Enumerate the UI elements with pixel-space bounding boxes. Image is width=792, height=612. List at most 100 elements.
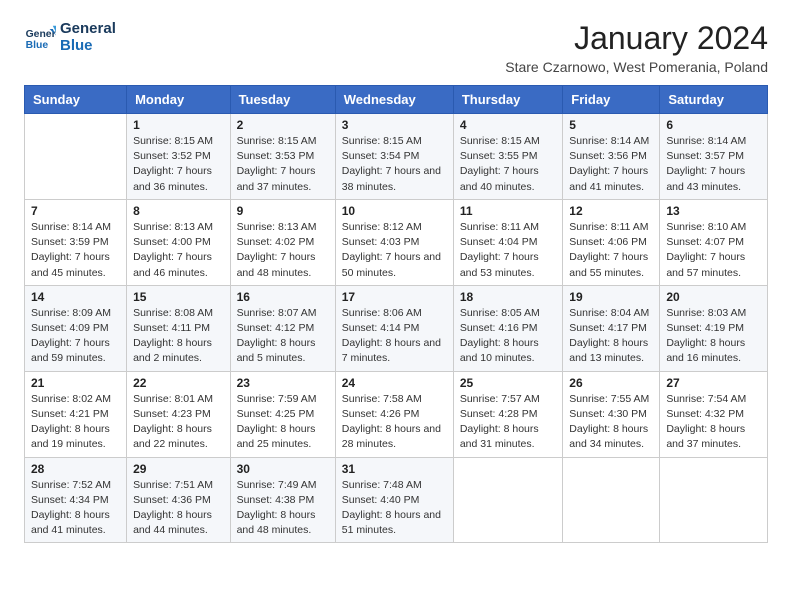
day-number: 25 [460,376,556,390]
day-cell: 16 Sunrise: 8:07 AMSunset: 4:12 PMDayligh… [230,285,335,371]
logo-line2: Blue [60,37,116,54]
day-cell: 27 Sunrise: 7:54 AMSunset: 4:32 PMDayligh… [660,371,768,457]
col-header-thursday: Thursday [453,86,562,114]
day-cell: 30 Sunrise: 7:49 AMSunset: 4:38 PMDayligh… [230,457,335,543]
day-number: 6 [666,118,761,132]
day-cell: 31Sunrise: 7:48 AMSunset: 4:40 PMDayligh… [335,457,453,543]
day-detail: Sunrise: 8:15 AMSunset: 3:52 PMDaylight:… [133,134,223,195]
day-detail: Sunrise: 8:11 AMSunset: 4:04 PMDaylight:… [460,220,556,281]
day-detail: Sunrise: 7:59 AMSunset: 4:25 PMDaylight:… [237,392,329,453]
col-header-monday: Monday [127,86,230,114]
day-cell: 18 Sunrise: 8:05 AMSunset: 4:16 PMDayligh… [453,285,562,371]
week-row-5: 28 Sunrise: 7:52 AMSunset: 4:34 PMDayligh… [25,457,768,543]
day-cell: 5 Sunrise: 8:14 AMSunset: 3:56 PMDaylight… [563,114,660,200]
day-number: 9 [237,204,329,218]
calendar-header-row: SundayMondayTuesdayWednesdayThursdayFrid… [25,86,768,114]
day-detail: Sunrise: 7:52 AMSunset: 4:34 PMDaylight:… [31,478,120,539]
day-number: 31 [342,462,447,476]
day-number: 1 [133,118,223,132]
day-cell [563,457,660,543]
day-cell: 1 Sunrise: 8:15 AMSunset: 3:52 PMDaylight… [127,114,230,200]
day-detail: Sunrise: 8:13 AMSunset: 4:02 PMDaylight:… [237,220,329,281]
day-number: 16 [237,290,329,304]
logo-line1: General [60,20,116,37]
day-number: 5 [569,118,653,132]
day-number: 2 [237,118,329,132]
day-detail: Sunrise: 7:55 AMSunset: 4:30 PMDaylight:… [569,392,653,453]
day-number: 17 [342,290,447,304]
day-number: 30 [237,462,329,476]
week-row-2: 7Sunrise: 8:14 AMSunset: 3:59 PMDaylight… [25,199,768,285]
day-detail: Sunrise: 8:04 AMSunset: 4:17 PMDaylight:… [569,306,653,367]
day-detail: Sunrise: 8:09 AMSunset: 4:09 PMDaylight:… [31,306,120,367]
day-cell: 2Sunrise: 8:15 AMSunset: 3:53 PMDaylight… [230,114,335,200]
calendar-table: SundayMondayTuesdayWednesdayThursdayFrid… [24,85,768,543]
logo: General Blue General Blue [24,20,116,54]
day-cell: 4 Sunrise: 8:15 AMSunset: 3:55 PMDaylight… [453,114,562,200]
month-year-title: January 2024 [505,20,768,57]
day-number: 21 [31,376,120,390]
day-detail: Sunrise: 7:54 AMSunset: 4:32 PMDaylight:… [666,392,761,453]
day-cell: 10 Sunrise: 8:12 AMSunset: 4:03 PMDayligh… [335,199,453,285]
day-cell: 11 Sunrise: 8:11 AMSunset: 4:04 PMDayligh… [453,199,562,285]
day-cell: 7Sunrise: 8:14 AMSunset: 3:59 PMDaylight… [25,199,127,285]
day-number: 24 [342,376,447,390]
col-header-tuesday: Tuesday [230,86,335,114]
day-cell: 19Sunrise: 8:04 AMSunset: 4:17 PMDayligh… [563,285,660,371]
header: General Blue General Blue January 2024 S… [24,20,768,75]
day-cell [660,457,768,543]
col-header-sunday: Sunday [25,86,127,114]
day-cell: 20Sunrise: 8:03 AMSunset: 4:19 PMDayligh… [660,285,768,371]
day-detail: Sunrise: 8:12 AMSunset: 4:03 PMDaylight:… [342,220,447,281]
day-number: 3 [342,118,447,132]
day-detail: Sunrise: 7:58 AMSunset: 4:26 PMDaylight:… [342,392,447,453]
day-cell [25,114,127,200]
week-row-4: 21 Sunrise: 8:02 AMSunset: 4:21 PMDayligh… [25,371,768,457]
day-detail: Sunrise: 7:51 AMSunset: 4:36 PMDaylight:… [133,478,223,539]
day-detail: Sunrise: 8:01 AMSunset: 4:23 PMDaylight:… [133,392,223,453]
day-cell: 8Sunrise: 8:13 AMSunset: 4:00 PMDaylight… [127,199,230,285]
day-number: 28 [31,462,120,476]
day-cell: 13Sunrise: 8:10 AMSunset: 4:07 PMDayligh… [660,199,768,285]
day-number: 14 [31,290,120,304]
day-number: 15 [133,290,223,304]
col-header-saturday: Saturday [660,86,768,114]
day-detail: Sunrise: 7:49 AMSunset: 4:38 PMDaylight:… [237,478,329,539]
week-row-3: 14 Sunrise: 8:09 AMSunset: 4:09 PMDayligh… [25,285,768,371]
day-number: 27 [666,376,761,390]
day-cell: 25 Sunrise: 7:57 AMSunset: 4:28 PMDayligh… [453,371,562,457]
day-detail: Sunrise: 7:57 AMSunset: 4:28 PMDaylight:… [460,392,556,453]
day-number: 11 [460,204,556,218]
day-number: 8 [133,204,223,218]
day-cell: 24 Sunrise: 7:58 AMSunset: 4:26 PMDayligh… [335,371,453,457]
day-detail: Sunrise: 8:15 AMSunset: 3:55 PMDaylight:… [460,134,556,195]
day-detail: Sunrise: 8:05 AMSunset: 4:16 PMDaylight:… [460,306,556,367]
day-number: 23 [237,376,329,390]
day-number: 22 [133,376,223,390]
day-detail: Sunrise: 8:06 AMSunset: 4:14 PMDaylight:… [342,306,447,367]
day-cell: 9 Sunrise: 8:13 AMSunset: 4:02 PMDaylight… [230,199,335,285]
day-cell: 17 Sunrise: 8:06 AMSunset: 4:14 PMDayligh… [335,285,453,371]
day-detail: Sunrise: 8:14 AMSunset: 3:57 PMDaylight:… [666,134,761,195]
day-number: 4 [460,118,556,132]
day-detail: Sunrise: 8:02 AMSunset: 4:21 PMDaylight:… [31,392,120,453]
col-header-wednesday: Wednesday [335,86,453,114]
day-number: 18 [460,290,556,304]
col-header-friday: Friday [563,86,660,114]
day-cell: 6 Sunrise: 8:14 AMSunset: 3:57 PMDaylight… [660,114,768,200]
day-detail: Sunrise: 8:07 AMSunset: 4:12 PMDaylight:… [237,306,329,367]
day-cell: 14 Sunrise: 8:09 AMSunset: 4:09 PMDayligh… [25,285,127,371]
day-cell: 23 Sunrise: 7:59 AMSunset: 4:25 PMDayligh… [230,371,335,457]
day-number: 13 [666,204,761,218]
day-cell: 21 Sunrise: 8:02 AMSunset: 4:21 PMDayligh… [25,371,127,457]
week-row-1: 1 Sunrise: 8:15 AMSunset: 3:52 PMDaylight… [25,114,768,200]
day-detail: Sunrise: 8:14 AMSunset: 3:56 PMDaylight:… [569,134,653,195]
day-cell: 28 Sunrise: 7:52 AMSunset: 4:34 PMDayligh… [25,457,127,543]
day-cell: 3Sunrise: 8:15 AMSunset: 3:54 PMDaylight… [335,114,453,200]
day-number: 10 [342,204,447,218]
day-cell [453,457,562,543]
day-number: 26 [569,376,653,390]
day-cell: 29Sunrise: 7:51 AMSunset: 4:36 PMDayligh… [127,457,230,543]
calendar-body: 1 Sunrise: 8:15 AMSunset: 3:52 PMDaylight… [25,114,768,543]
day-cell: 12Sunrise: 8:11 AMSunset: 4:06 PMDayligh… [563,199,660,285]
